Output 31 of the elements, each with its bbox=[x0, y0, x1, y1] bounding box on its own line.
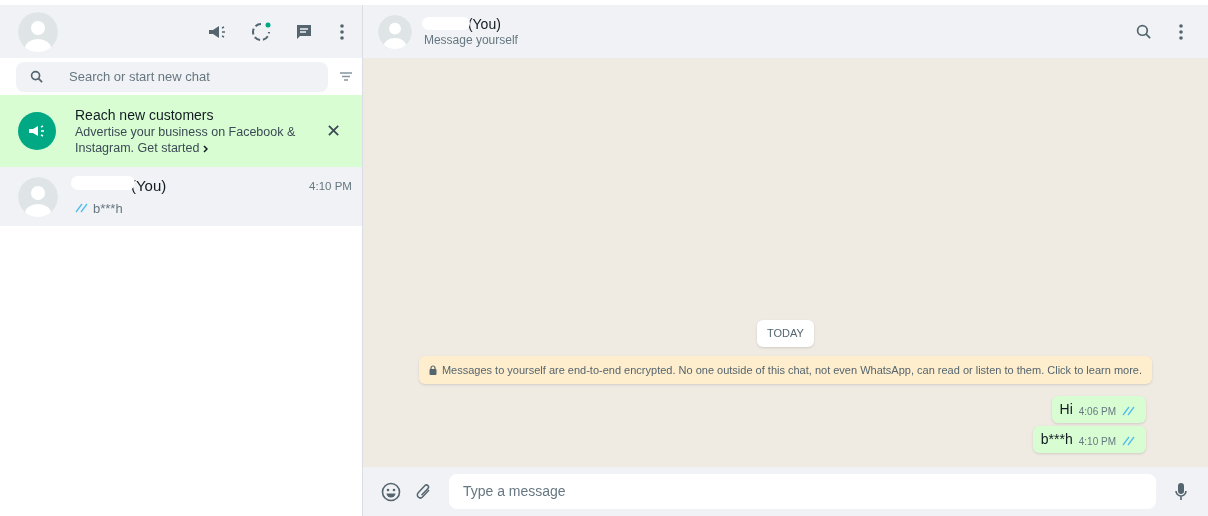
chat-preview: b***h bbox=[93, 199, 123, 218]
contact-subtitle: Message yourself bbox=[423, 32, 519, 48]
contact-name: (You) bbox=[467, 15, 501, 33]
megaphone-icon[interactable] bbox=[206, 23, 227, 40]
status-icon[interactable] bbox=[249, 20, 272, 43]
new-chat-icon[interactable] bbox=[294, 22, 313, 41]
search-icon bbox=[30, 70, 43, 83]
lock-icon bbox=[428, 364, 437, 375]
message-time: 4:06 PM bbox=[1078, 405, 1116, 419]
get-started-link[interactable]: Get started bbox=[137, 141, 208, 155]
chevron-right-icon bbox=[202, 144, 208, 153]
message-text: b***h bbox=[1040, 430, 1073, 449]
banner-title: Reach new customers bbox=[75, 106, 215, 124]
banner-text: Advertise your business on Facebook & Instagram. Get started bbox=[75, 124, 297, 156]
close-button[interactable]: ✕ bbox=[323, 117, 344, 145]
microphone-icon[interactable] bbox=[1174, 481, 1188, 502]
search-icon[interactable] bbox=[1136, 24, 1151, 39]
encryption-notice[interactable]: Messages to yourself are end-to-end encrypted. No one outside of this chat, not even WhatsApp, can read or listen to them. Click to learn more. bbox=[418, 355, 1152, 384]
menu-icon[interactable] bbox=[339, 23, 344, 40]
message-text: Hi bbox=[1059, 400, 1073, 419]
search-field[interactable]: Search or start new chat bbox=[16, 61, 328, 92]
filter-icon[interactable] bbox=[339, 72, 352, 81]
chat-time: 4:10 PM bbox=[309, 178, 352, 194]
megaphone-icon bbox=[18, 112, 56, 150]
menu-icon[interactable] bbox=[1179, 23, 1183, 40]
message-time: 4:10 PM bbox=[1078, 435, 1116, 449]
date-chip: TODAY bbox=[757, 320, 814, 347]
message-field[interactable]: Type a message bbox=[448, 474, 1156, 509]
paperclip-icon[interactable] bbox=[414, 481, 433, 502]
emoji-icon[interactable] bbox=[380, 481, 401, 502]
search-input[interactable]: Search or start new chat bbox=[69, 66, 289, 87]
